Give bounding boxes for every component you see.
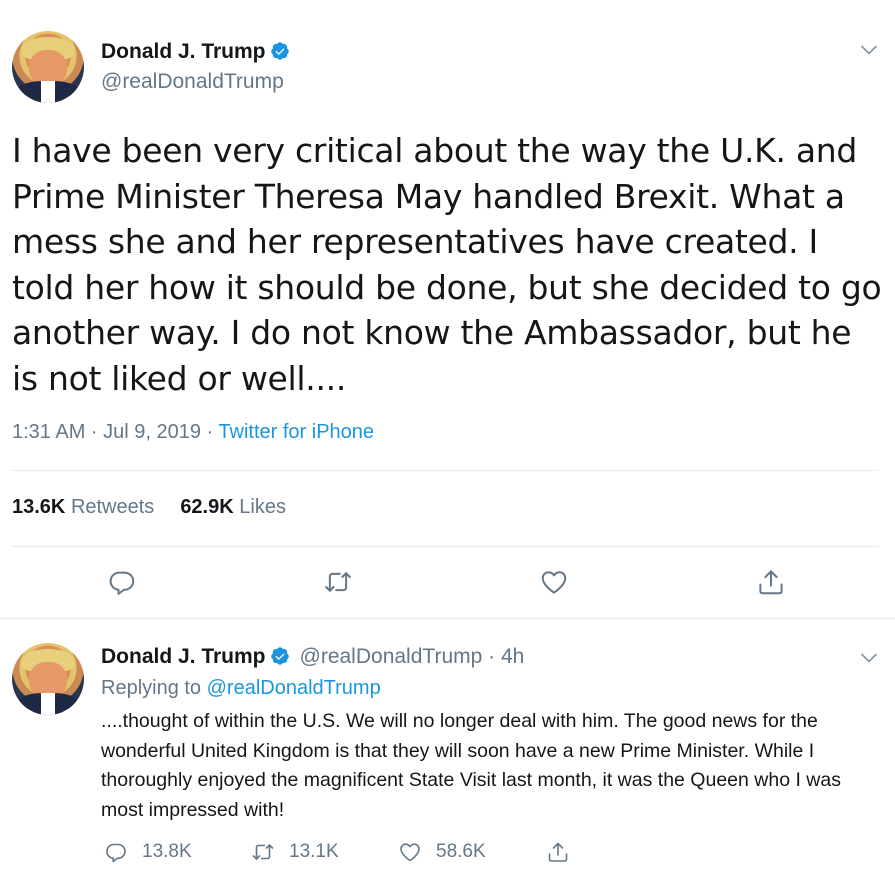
reply-handle-time[interactable]: @realDonaldTrump · 4h [300,645,525,668]
reply-tweet-text: ....thought of within the U.S. We will n… [101,710,841,821]
verified-badge-icon [270,647,289,665]
retweet-icon[interactable] [323,567,353,597]
retweet-icon [252,844,274,860]
likes-stat[interactable]: 62.9K Likes [180,496,286,518]
verified-badge-icon [270,42,289,60]
tweet-text: I have been very critical about the way … [12,131,882,398]
share-icon[interactable] [756,567,786,597]
replying-to-label: Replying to [101,677,207,699]
replies-count: 13.8K [142,841,192,862]
author-name-row[interactable]: Donald J. Trump [101,40,290,64]
likes-label: Likes [239,496,286,518]
divider [12,470,879,471]
replying-to-handle-link[interactable]: @realDonaldTrump [207,677,381,699]
likes-count: 62.9K [180,496,234,518]
retweets-label: Retweets [70,496,155,518]
reply-likes-count: 58.6K [436,841,486,862]
author-avatar[interactable] [12,31,84,103]
tweet-stats: 13.6K Retweets 62.9K Likes [12,496,286,519]
divider [12,546,879,547]
reply-retweets-count: 13.1K [289,841,339,862]
reply-icon[interactable] [107,567,137,597]
tweet-source-link[interactable]: Twitter for iPhone [218,421,374,443]
reply-action[interactable]: 13.8K [104,838,192,866]
reply-author-avatar[interactable] [12,643,84,715]
tweet-meta: 1:31 AM · Jul 9, 2019 · Twitter for iPho… [12,421,374,444]
like-icon [400,843,420,862]
share-action[interactable] [546,838,584,866]
tweet-time[interactable]: 1:31 AM · Jul 9, 2019 · [12,421,218,443]
divider [0,618,895,619]
reply-author-name[interactable]: Donald J. Trump [101,645,266,668]
author-handle[interactable]: @realDonaldTrump [101,70,284,94]
reply-header: Donald J. Trump @realDonaldTrump · 4h [101,645,524,669]
like-action[interactable]: 58.6K [398,838,486,866]
chevron-down-icon[interactable] [860,652,878,664]
like-icon[interactable] [539,567,569,597]
retweet-action[interactable]: 13.1K [251,838,339,866]
author-name[interactable]: Donald J. Trump [101,40,266,63]
share-icon [548,842,568,862]
retweets-stat[interactable]: 13.6K Retweets [12,496,154,518]
retweets-count: 13.6K [12,496,66,518]
chevron-down-icon[interactable] [860,44,878,56]
reply-icon [106,843,126,863]
replying-to: Replying to @realDonaldTrump [101,677,381,700]
